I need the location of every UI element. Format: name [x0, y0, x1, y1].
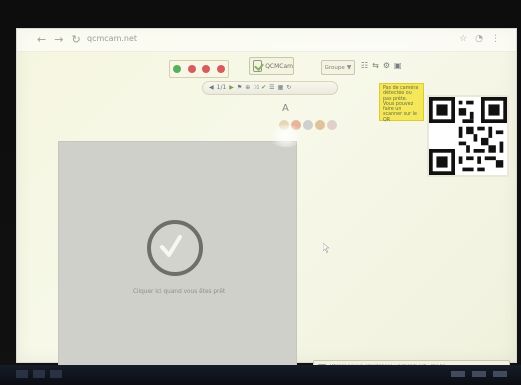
reload-icon[interactable]: ↻ [286, 85, 291, 91]
bottom-taskbar [0, 365, 521, 385]
taskbar-icon-2[interactable] [33, 370, 45, 378]
next-question-icon[interactable]: ▶ [229, 85, 234, 91]
answer-icon-e[interactable] [327, 120, 337, 130]
check-icon [160, 235, 182, 257]
main-toolbar [169, 60, 229, 78]
validate-icon[interactable]: ✔ [261, 85, 266, 91]
header-tools: ☷ ⇆ ⚙ ▣ [361, 61, 402, 70]
answer-icon-c[interactable] [303, 120, 313, 130]
brand-check-icon [253, 60, 263, 72]
refresh-icon[interactable]: ↻ [71, 33, 80, 46]
taskbar-icon-3[interactable] [50, 370, 62, 378]
taskbar-left-icons [16, 370, 76, 380]
random-icon[interactable]: ⤨ [253, 85, 258, 91]
camera-warning-text: Pas de caméra détectée ou pas prête. Vou… [383, 86, 419, 123]
forward-arrow-icon[interactable]: → [54, 33, 63, 46]
prev-question-icon[interactable]: ◀ [209, 85, 214, 91]
browser-nav-controls: ← → ↻ [37, 33, 81, 46]
grid-icon[interactable]: ▦ [278, 85, 284, 91]
tray-icon-1[interactable] [451, 371, 465, 377]
url-text[interactable]: qcmcam.net [87, 34, 137, 43]
question-position: 1/1 [216, 84, 227, 91]
profile-icon[interactable]: ◔ [475, 34, 483, 44]
camera-warning-note: Pas de caméra détectée ou pas prête. Vou… [379, 83, 424, 123]
qr-code [427, 95, 509, 177]
browser-address-bar: ← → ↻ qcmcam.net ☆ ◔ ⋮ [17, 29, 516, 52]
bookmark-icon[interactable]: ☆ [459, 34, 467, 44]
browser-actions: ☆ ◔ ⋮ [459, 34, 500, 44]
back-arrow-icon[interactable]: ← [37, 33, 46, 46]
projected-app-window: ← → ↻ qcmcam.net ☆ ◔ ⋮ QCMCam Groupe ▼ ☷… [16, 28, 517, 378]
groups-label: Groupe [324, 64, 345, 71]
brand-name: QCMCam [265, 62, 293, 70]
share-icon[interactable]: ⇆ [372, 61, 379, 70]
groups-arrow: ▼ [346, 64, 352, 71]
groups-dropdown[interactable]: Groupe ▼ [321, 60, 355, 75]
ready-panel[interactable]: Cliquer ici quand vous êtes prêt [58, 141, 297, 370]
answer-icon-d[interactable] [315, 120, 325, 130]
question-toolbar: ◀ 1/1 ▶ ⚑ ⊕ ⤨ ✔ ☰ ▦ ↻ [202, 81, 338, 95]
taskbar-icon-1[interactable] [16, 370, 28, 378]
users-icon[interactable]: ☷ [361, 61, 368, 70]
question-title: A [282, 103, 289, 114]
settings-icon[interactable]: ⚙ [383, 61, 390, 70]
qr-code-graphic [429, 97, 507, 175]
answer-icon-a[interactable] [279, 120, 289, 130]
back-icon[interactable] [202, 65, 211, 73]
taskbar-right-icons [451, 371, 507, 377]
list-icon[interactable]: ☰ [269, 85, 274, 91]
tray-icon-2[interactable] [472, 371, 486, 377]
mouse-cursor [323, 243, 330, 253]
photographed-screen: ← → ↻ qcmcam.net ☆ ◔ ⋮ QCMCam Groupe ▼ ☷… [0, 0, 521, 385]
plus-icon[interactable] [173, 65, 182, 73]
menu-icon[interactable]: ⋮ [491, 34, 500, 44]
next-icon[interactable] [187, 65, 196, 73]
answer-icon-b[interactable] [291, 120, 301, 130]
flag-icon[interactable]: ⚑ [237, 85, 242, 91]
answer-icons [279, 120, 337, 130]
lock-icon[interactable]: ▣ [394, 61, 402, 70]
home-icon[interactable] [216, 65, 225, 73]
tray-icon-3[interactable] [493, 371, 507, 377]
brand-logo[interactable]: QCMCam [249, 57, 294, 75]
new-icon[interactable]: ⊕ [245, 85, 250, 91]
ready-label: Cliquer ici quand vous êtes prêt [132, 289, 226, 295]
